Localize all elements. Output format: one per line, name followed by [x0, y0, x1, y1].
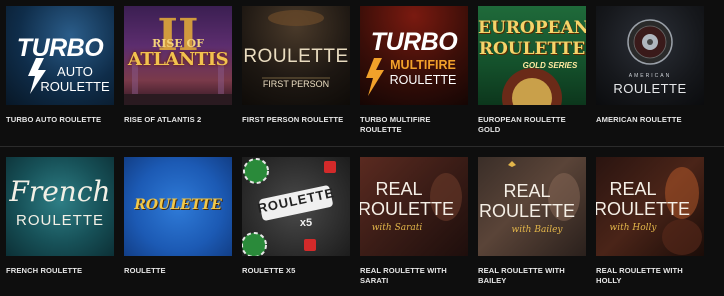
game-title[interactable]: ROULETTE — [124, 266, 232, 276]
art-subtitle: ROULETTE — [360, 199, 454, 219]
game-card[interactable]: TURBO AUTO ROULETTE TURBO AUTO ROULETTE — [6, 6, 114, 135]
art-title: French — [9, 175, 111, 208]
game-title[interactable]: TURBO AUTO ROULETTE — [6, 115, 114, 125]
art-subtitle: x5 — [299, 217, 313, 229]
art-title: TURBO — [370, 28, 458, 56]
art-badge: GOLD SERIES — [522, 61, 578, 70]
game-thumbnail[interactable]: ROULETTE FIRST PERSON — [242, 6, 350, 105]
art-subtitle: ROULETTE — [596, 199, 690, 219]
game-title[interactable]: FRENCH ROULETTE — [6, 266, 114, 276]
art-title: ROULETTE — [613, 81, 687, 96]
art-subtitle: MULTIFIRE — [390, 58, 456, 72]
art-title: REAL — [609, 179, 657, 199]
game-thumbnail[interactable]: EUROPEAN ROULETTE GOLD SERIES — [478, 6, 586, 105]
art-title: ROULETTE — [243, 46, 349, 67]
game-card[interactable]: REAL ROULETTE with Sarati REAL ROULETTE … — [360, 157, 468, 286]
game-thumbnail[interactable]: II RISE OF ATLANTIS — [124, 6, 232, 105]
art-title: TURBO — [16, 34, 104, 62]
art-subtitle: FIRST PERSON — [262, 79, 330, 89]
game-title[interactable]: REAL ROULETTE WITH HOLLY — [596, 266, 704, 286]
game-thumbnail[interactable]: ROULETTE x5 — [242, 157, 350, 256]
art-subtitle: ROULETTE — [40, 79, 110, 94]
game-card[interactable]: ROULETTE ROULETTE — [124, 157, 232, 286]
art-subtitle: ROULETTE — [478, 39, 586, 59]
game-card[interactable]: ROULETTE x5 ROULETTE X5 — [242, 157, 350, 286]
art-subtitle: AUTO — [57, 64, 93, 79]
game-thumbnail[interactable]: AMERICAN ROULETTE — [596, 6, 704, 105]
art-title: REAL — [503, 181, 551, 201]
art-subtitle: ROULETTE — [389, 73, 457, 87]
game-thumbnail[interactable]: ROULETTE — [124, 157, 232, 256]
game-card[interactable]: TURBO MULTIFIRE ROULETTE TURBO MULTIFIRE… — [360, 6, 468, 135]
art-subtitle: ATLANTIS — [127, 49, 229, 70]
game-thumbnail[interactable]: REAL ROULETTE with Holly — [596, 157, 704, 256]
art-title: EUROPEAN — [478, 18, 586, 38]
art-subtitle: ROULETTE — [15, 212, 104, 229]
game-thumbnail[interactable]: REAL ROULETTE with Bailey — [478, 157, 586, 256]
game-title[interactable]: REAL ROULETTE WITH BAILEY — [478, 266, 586, 286]
art-dealer: with Bailey — [511, 225, 563, 235]
game-card[interactable]: REAL ROULETTE with Bailey REAL ROULETTE … — [478, 157, 586, 286]
game-thumbnail[interactable]: REAL ROULETTE with Sarati — [360, 157, 468, 256]
art-title: ROULETTE — [134, 197, 222, 213]
game-thumbnail[interactable]: TURBO AUTO ROULETTE — [6, 6, 114, 105]
game-title[interactable]: RISE OF ATLANTIS 2 — [124, 115, 232, 125]
game-thumbnail[interactable]: TURBO MULTIFIRE ROULETTE — [360, 6, 468, 105]
game-card[interactable]: ROULETTE FIRST PERSON FIRST PERSON ROULE… — [242, 6, 350, 135]
game-title[interactable]: REAL ROULETTE WITH SARATI — [360, 266, 468, 286]
game-row-1: TURBO AUTO ROULETTE TURBO AUTO ROULETTE … — [6, 6, 704, 135]
art-dealer: with Sarati — [371, 223, 423, 233]
game-lobby: TURBO AUTO ROULETTE TURBO AUTO ROULETTE … — [0, 0, 724, 296]
row-divider — [0, 146, 724, 147]
game-card[interactable]: II RISE OF ATLANTIS RISE OF ATLANTIS 2 — [124, 6, 232, 135]
art-title: REAL — [375, 179, 423, 199]
game-card[interactable]: EUROPEAN ROULETTE GOLD SERIES EUROPEAN R… — [478, 6, 586, 135]
game-card[interactable]: French ROULETTE FRENCH ROULETTE — [6, 157, 114, 286]
game-title[interactable]: FIRST PERSON ROULETTE — [242, 115, 350, 125]
game-title[interactable]: EUROPEAN ROULETTE GOLD — [478, 115, 586, 135]
game-title[interactable]: ROULETTE X5 — [242, 266, 350, 276]
art-dealer: with Holly — [609, 223, 657, 233]
art-subtitle: AMERICAN — [628, 73, 672, 79]
game-title[interactable]: TURBO MULTIFIRE ROULETTE — [360, 115, 468, 135]
game-card[interactable]: REAL ROULETTE with Holly REAL ROULETTE W… — [596, 157, 704, 286]
game-title[interactable]: AMERICAN ROULETTE — [596, 115, 704, 125]
art-subtitle: ROULETTE — [478, 201, 575, 221]
game-card[interactable]: AMERICAN ROULETTE AMERICAN ROULETTE — [596, 6, 704, 135]
game-row-2: French ROULETTE FRENCH ROULETTE ROULETTE… — [6, 157, 704, 286]
game-thumbnail[interactable]: French ROULETTE — [6, 157, 114, 256]
